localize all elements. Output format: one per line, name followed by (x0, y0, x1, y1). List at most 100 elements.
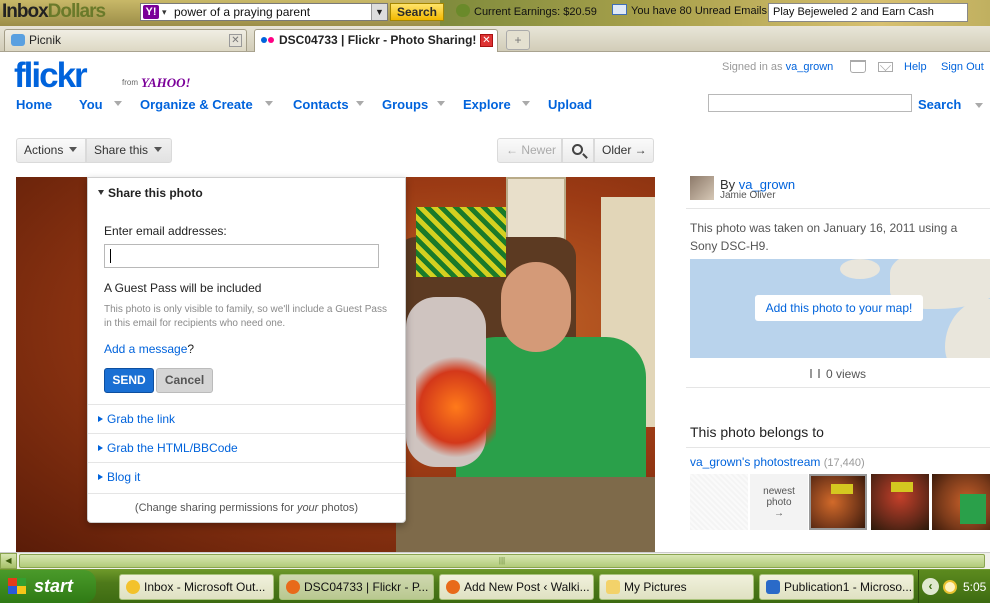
newest-label-b: photo (766, 497, 792, 508)
yahoo-logo[interactable]: YAHOO! (141, 75, 191, 91)
unread-mail-link[interactable]: You have 80 Unread Emails (612, 4, 767, 17)
chevron-down-icon (69, 147, 78, 152)
chevron-down-icon[interactable] (265, 101, 273, 106)
taskbar-item-outlook[interactable]: Inbox - Microsoft Out... (119, 574, 274, 600)
avatar[interactable] (690, 176, 714, 200)
nav-groups[interactable]: Groups (382, 97, 428, 112)
close-icon[interactable]: ✕ (480, 34, 493, 47)
envelope-icon[interactable] (878, 62, 893, 72)
signed-in-label: Signed in as (722, 61, 783, 73)
add-message-link[interactable]: Add a message (104, 342, 187, 356)
earnings-link[interactable]: Current Earnings: $20.59 (456, 4, 597, 18)
grab-html-section[interactable]: Grab the HTML/BBCode (88, 433, 405, 462)
dropdown-arrow-icon[interactable]: ▼ (371, 4, 387, 20)
taskbar-item-firefox-post[interactable]: Add New Post ‹ Walki... (439, 574, 594, 600)
share-header[interactable]: Share this photo (98, 186, 203, 200)
toolbar-search-box[interactable]: Y! ▾ power of a praying parent ▼ (140, 3, 388, 21)
chevron-down-icon[interactable] (522, 101, 530, 106)
folder-icon (606, 580, 620, 594)
earnings-icon (456, 4, 470, 17)
taskbar-item-publisher[interactable]: Publication1 - Microso... (759, 574, 914, 600)
triangle-down-icon (98, 190, 104, 195)
inboxdollars-logo[interactable]: InboxDollars (2, 1, 106, 23)
zoom-icon (572, 144, 583, 155)
triangle-right-icon (98, 445, 103, 451)
add-message-q: ? (187, 342, 195, 356)
photostream-link[interactable]: va_grown's photostream (690, 455, 820, 469)
newest-label-a: newest (763, 486, 795, 497)
cancel-button[interactable]: Cancel (156, 368, 213, 393)
sign-out-link[interactable]: Sign Out (941, 61, 984, 73)
new-tab-button[interactable]: + (506, 30, 530, 50)
start-button[interactable]: start (0, 570, 96, 603)
perm-text-a: (Change sharing permissions for (134, 502, 297, 514)
zoom-button[interactable] (562, 138, 594, 163)
blog-it-section[interactable]: Blog it (88, 462, 405, 491)
tray-expand-icon[interactable]: ‹ (922, 578, 939, 595)
chevron-down-icon[interactable]: ▾ (162, 4, 167, 21)
cart-icon[interactable] (850, 60, 866, 73)
toolbar-search-value[interactable]: power of a praying parent (174, 4, 310, 21)
guest-pass-note: This photo is only visible to family, so… (104, 304, 387, 329)
search-button[interactable]: Search (918, 97, 961, 112)
chevron-down-icon[interactable] (437, 101, 445, 106)
photo-map[interactable]: Add this photo to your map! (690, 259, 990, 358)
nav-upload[interactable]: Upload (548, 97, 592, 112)
views-icon (810, 369, 820, 378)
tab-label: Picnik (29, 33, 62, 47)
scroll-left-icon[interactable]: ◀ (0, 553, 17, 569)
username-link[interactable]: va_grown (786, 61, 834, 73)
earnings-text: Current Earnings: $20.59 (474, 6, 597, 18)
blog-it-label: Blog it (107, 470, 141, 484)
publisher-icon (766, 580, 780, 594)
send-button[interactable]: SEND (104, 368, 154, 393)
signed-in-status: Signed in as va_grown (722, 61, 833, 73)
tray-app-icon[interactable] (943, 580, 957, 594)
older-button[interactable]: Older → (594, 138, 654, 163)
grab-link-label: Grab the link (107, 412, 176, 426)
share-header-label: Share this photo (108, 186, 203, 200)
grab-link-section[interactable]: Grab the link (88, 404, 405, 433)
browser-tab-bar: Picnik ✕ DSC04733 | Flickr - Photo Shari… (0, 26, 990, 52)
actions-button[interactable]: Actions (16, 138, 86, 163)
flickr-logo[interactable]: flickr (14, 56, 88, 96)
newer-button[interactable]: ← Newer (497, 138, 562, 163)
outlook-icon (126, 580, 140, 594)
thumbnail[interactable] (932, 474, 990, 530)
add-to-map-button[interactable]: Add this photo to your map! (755, 295, 923, 321)
sharing-permissions-link[interactable]: (Change sharing permissions for your pho… (88, 493, 405, 523)
toolbar-search-button[interactable]: Search (390, 3, 444, 21)
nav-explore[interactable]: Explore (463, 97, 511, 112)
chevron-down-icon[interactable] (356, 101, 364, 106)
horizontal-scrollbar[interactable]: ◀ ||| (0, 552, 990, 569)
tab-flickr[interactable]: DSC04733 | Flickr - Photo Sharing! ✕ (254, 29, 498, 52)
flickr-favicon-icon (261, 34, 275, 46)
chevron-down-icon[interactable] (975, 103, 983, 108)
email-field[interactable] (104, 244, 379, 268)
picnik-favicon-icon (11, 34, 25, 46)
taskbar-item-my-pictures[interactable]: My Pictures (599, 574, 754, 600)
share-this-button[interactable]: Share this (86, 138, 172, 163)
photo-person-head (501, 262, 571, 352)
taskbar-label: Add New Post ‹ Walki... (464, 580, 590, 594)
close-icon[interactable]: ✕ (229, 34, 242, 47)
clock[interactable]: 5:05 (963, 580, 986, 594)
chevron-down-icon[interactable] (114, 101, 122, 106)
thumbnail[interactable] (871, 474, 929, 530)
empty-thumbnail (690, 474, 748, 530)
nav-organize-create[interactable]: Organize & Create (140, 97, 253, 112)
nav-you[interactable]: You (79, 97, 103, 112)
photostream: va_grown's photostream (17,440) (690, 455, 865, 469)
scrollbar-thumb[interactable]: ||| (19, 554, 985, 568)
promo-button[interactable]: Play Bejeweled 2 and Earn Cash (768, 3, 968, 22)
taskbar-item-firefox-flickr[interactable]: DSC04733 | Flickr - P... (279, 574, 434, 600)
logo-text-b: Dollars (47, 1, 106, 22)
tab-picnik[interactable]: Picnik ✕ (4, 29, 247, 51)
nav-contacts[interactable]: Contacts (293, 97, 349, 112)
nav-home[interactable]: Home (16, 97, 52, 112)
start-label: start (34, 576, 74, 596)
view-count: 0 views (810, 367, 866, 381)
thumbnail-current[interactable] (809, 474, 867, 530)
flickr-search-input[interactable] (708, 94, 912, 112)
help-link[interactable]: Help (904, 61, 927, 73)
